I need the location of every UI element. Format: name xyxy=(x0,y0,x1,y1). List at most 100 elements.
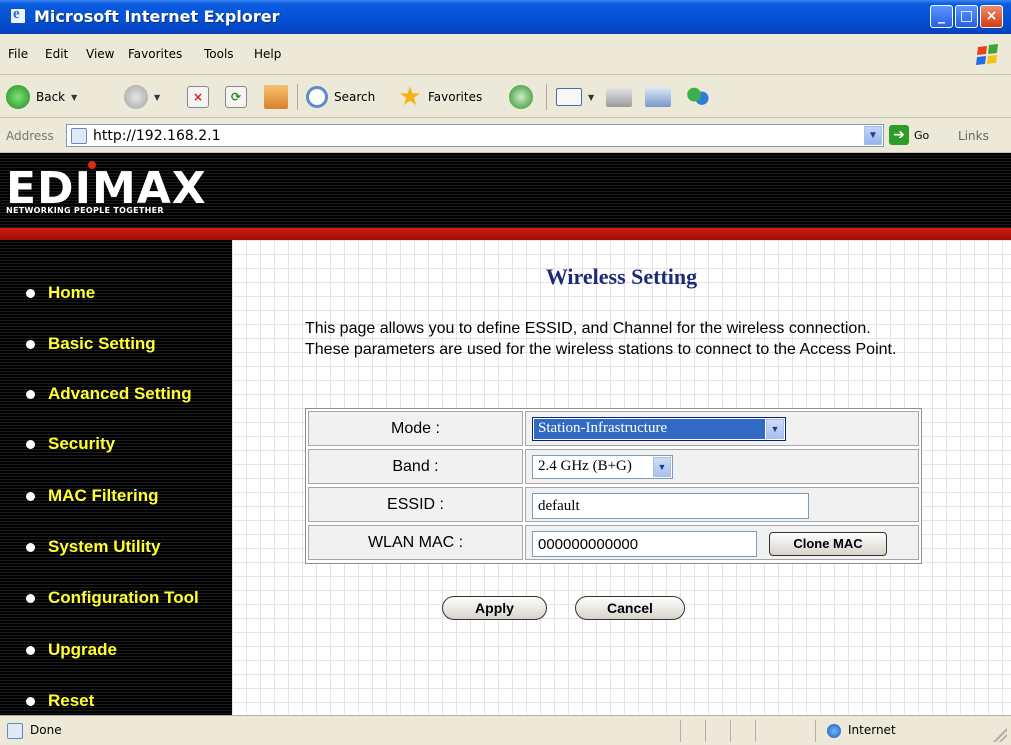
nav-label: Security xyxy=(48,434,116,453)
bullet-icon xyxy=(26,389,35,399)
bullet-icon xyxy=(26,645,35,655)
chevron-down-icon: ▼ xyxy=(71,92,78,102)
bullet-icon xyxy=(26,542,35,552)
go-button[interactable]: ➔ Go xyxy=(889,125,929,145)
minimize-icon: _ xyxy=(938,8,945,24)
band-label: Band : xyxy=(308,449,523,484)
maximize-icon: □ xyxy=(959,8,974,24)
nav-advanced-setting[interactable]: Advanced Setting xyxy=(26,384,192,404)
nav-reset[interactable]: Reset xyxy=(26,691,94,711)
page-viewport: EDIMAX NETWORKING PEOPLE TOGETHER Home B… xyxy=(0,153,1011,715)
menu-edit[interactable]: Edit xyxy=(45,47,68,61)
favorites-button[interactable]: ★ Favorites xyxy=(398,82,482,112)
back-label: Back xyxy=(36,90,66,104)
refresh-button[interactable]: ⟳ xyxy=(225,82,247,112)
wireless-settings-table: Mode : Station-Infrastructure ▼ Band : 2… xyxy=(305,408,922,564)
status-separator xyxy=(730,720,731,742)
nav-upgrade[interactable]: Upgrade xyxy=(26,640,117,660)
edit-button[interactable] xyxy=(645,82,671,112)
nav-system-utility[interactable]: System Utility xyxy=(26,537,160,557)
address-label: Address xyxy=(6,129,54,143)
wlan-mac-input[interactable]: 000000000000 xyxy=(532,531,757,557)
search-label: Search xyxy=(334,90,376,104)
nav-mac-filtering[interactable]: MAC Filtering xyxy=(26,486,159,506)
minimize-button[interactable]: _ xyxy=(930,5,953,28)
band-value: 2.4 GHz (B+G) xyxy=(538,458,632,474)
home-icon xyxy=(264,85,288,109)
history-button[interactable] xyxy=(509,82,533,112)
mode-label: Mode : xyxy=(308,411,523,446)
nav-configuration-tool[interactable]: Configuration Tool xyxy=(26,588,199,608)
menu-view[interactable]: View xyxy=(86,47,114,61)
essid-row: ESSID : default xyxy=(308,487,919,522)
forward-button[interactable]: ▼ xyxy=(124,82,160,112)
mail-button[interactable]: ▼ xyxy=(556,82,594,112)
print-button[interactable] xyxy=(606,82,632,112)
resize-grip[interactable] xyxy=(993,728,1007,742)
nav-basic-setting[interactable]: Basic Setting xyxy=(26,334,156,354)
band-select[interactable]: 2.4 GHz (B+G) ▼ xyxy=(532,455,673,479)
home-button[interactable] xyxy=(264,82,288,112)
maximize-button[interactable]: □ xyxy=(955,5,978,28)
bullet-icon xyxy=(26,593,35,603)
page-icon xyxy=(7,723,23,739)
search-button[interactable]: Search xyxy=(306,82,375,112)
address-url: http://192.168.2.1 xyxy=(93,128,221,144)
nav-home[interactable]: Home xyxy=(26,283,95,303)
window-title: Microsoft Internet Explorer xyxy=(34,7,280,26)
print-icon xyxy=(606,87,632,107)
bullet-icon xyxy=(26,439,35,449)
essid-label: ESSID : xyxy=(308,487,523,522)
nav-security[interactable]: Security xyxy=(26,434,115,454)
favorites-star-icon: ★ xyxy=(398,82,422,112)
toolbar-separator xyxy=(297,84,298,110)
wlan-mac-cell: 000000000000 Clone MAC xyxy=(525,525,919,560)
menu-help[interactable]: Help xyxy=(254,47,281,61)
refresh-icon: ⟳ xyxy=(225,86,247,108)
title-bar: Microsoft Internet Explorer _ □ × xyxy=(0,0,1011,34)
chevron-down-icon: ▼ xyxy=(766,419,784,439)
ie-icon xyxy=(10,6,26,24)
wlan-mac-row: WLAN MAC : 000000000000 Clone MAC xyxy=(308,525,919,560)
chevron-down-icon: ▼ xyxy=(653,457,671,477)
edit-icon xyxy=(645,87,671,107)
status-separator xyxy=(680,720,681,742)
nav-label: Configuration Tool xyxy=(48,588,199,607)
menu-bar: File Edit View Favorites Tools Help xyxy=(0,34,1011,75)
links-button[interactable]: Links xyxy=(958,129,989,143)
nav-label: MAC Filtering xyxy=(48,486,159,505)
back-button[interactable]: Back ▼ xyxy=(6,82,77,112)
band-row: Band : 2.4 GHz (B+G) ▼ xyxy=(308,449,919,484)
logo-dot xyxy=(88,161,96,169)
messenger-icon xyxy=(685,85,711,109)
sidebar-nav: Home Basic Setting Advanced Setting Secu… xyxy=(0,240,232,715)
toolbar: Back ▼ ▼ × ⟳ Search ★ Favorites ▼ xyxy=(0,76,1011,118)
cancel-button[interactable]: Cancel xyxy=(575,596,685,620)
browser-window: Microsoft Internet Explorer _ □ × File E… xyxy=(0,0,1011,745)
menu-favorites[interactable]: Favorites xyxy=(128,47,182,61)
page-description: This page allows you to define ESSID, an… xyxy=(305,320,897,358)
messenger-button[interactable] xyxy=(685,82,711,112)
address-dropdown-chevron-icon[interactable]: ▼ xyxy=(864,126,882,145)
mode-select[interactable]: Station-Infrastructure ▼ xyxy=(532,417,786,441)
wlan-mac-value: 000000000000 xyxy=(538,536,639,553)
apply-button[interactable]: Apply xyxy=(442,596,547,620)
bullet-icon xyxy=(26,491,35,501)
back-icon xyxy=(6,85,30,109)
address-input[interactable]: http://192.168.2.1 ▼ xyxy=(66,124,884,147)
nav-label: Advanced Setting xyxy=(48,384,192,403)
search-icon xyxy=(306,86,328,108)
band-cell: 2.4 GHz (B+G) ▼ xyxy=(525,449,919,484)
close-icon: × xyxy=(985,8,998,24)
page-title: Wireless Setting xyxy=(545,264,698,289)
bullet-icon xyxy=(26,339,35,349)
menu-tools[interactable]: Tools xyxy=(204,47,234,61)
mail-icon xyxy=(556,88,582,106)
essid-input[interactable]: default xyxy=(532,493,809,519)
close-button[interactable]: × xyxy=(980,5,1003,28)
menu-file[interactable]: File xyxy=(8,47,28,61)
nav-label: Upgrade xyxy=(48,640,117,659)
address-bar: Address http://192.168.2.1 ▼ ➔ Go Links xyxy=(0,119,1011,153)
clone-mac-button[interactable]: Clone MAC xyxy=(769,532,887,556)
stop-button[interactable]: × xyxy=(187,82,209,112)
